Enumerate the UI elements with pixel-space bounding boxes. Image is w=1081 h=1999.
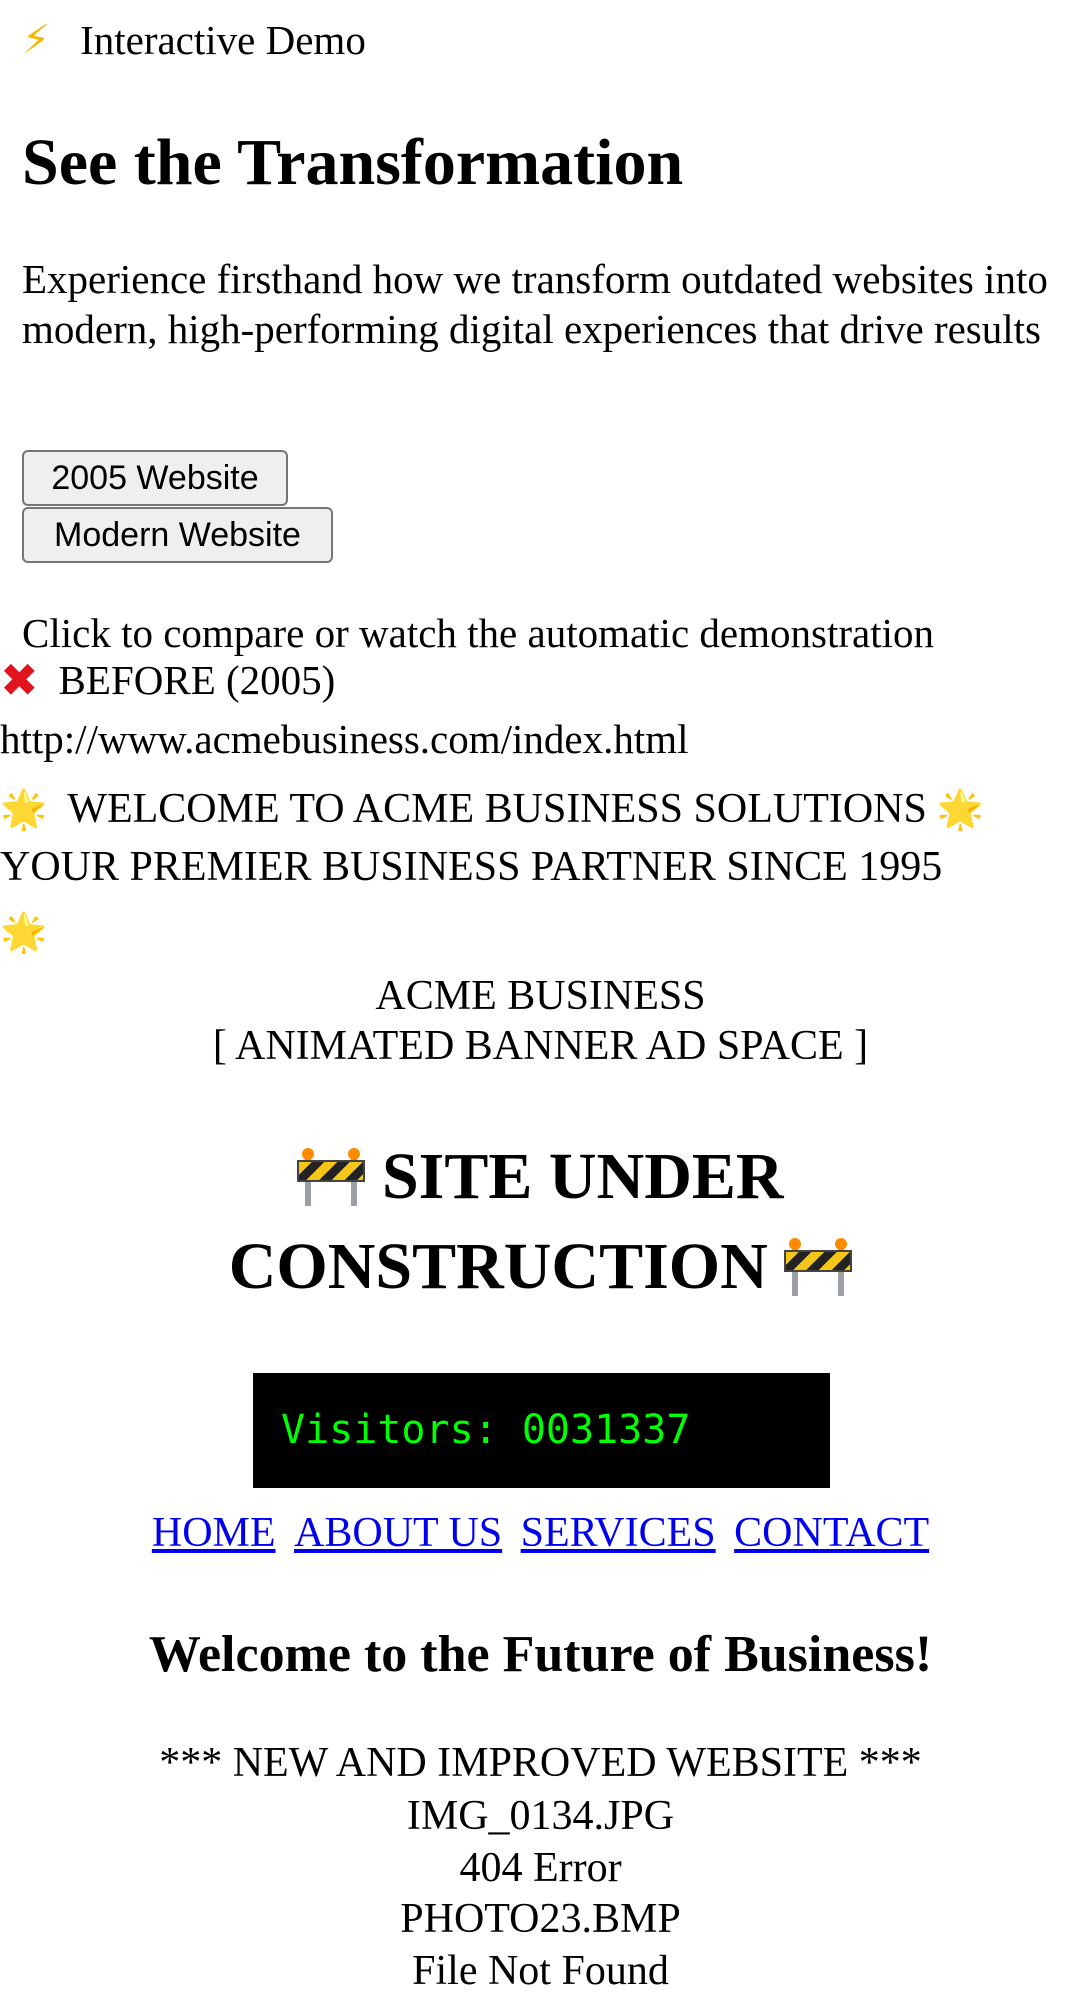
- old-tagline: YOUR PREMIER BUSINESS PARTNER SINCE 1995: [0, 844, 943, 890]
- under-construction-heading: SITE UNDER CONSTRUCTION: [0, 1132, 1081, 1312]
- construction-barrier-icon: [297, 1148, 366, 1206]
- demo-badge: ⚡ Interactive Demo: [22, 10, 366, 70]
- old-website-button[interactable]: 2005 Website: [22, 450, 288, 506]
- cross-mark-icon: ✖: [0, 653, 39, 707]
- before-label-text: BEFORE (2005): [58, 657, 336, 703]
- nav-link-home[interactable]: HOME: [152, 1510, 276, 1556]
- old-welcome-banner: 🌟 WELCOME TO ACME BUSINESS SOLUTIONS 🌟: [0, 782, 984, 836]
- broken-image-label: IMG_0134.JPG: [406, 1793, 675, 1839]
- nav-link-contact[interactable]: CONTACT: [734, 1510, 929, 1556]
- lightning-icon: ⚡: [22, 17, 51, 63]
- construction-barrier-icon: [784, 1238, 853, 1296]
- old-site-url: http://www.acmebusiness.com/index.html: [0, 716, 689, 762]
- old-welcome-text: WELCOME TO ACME BUSINESS SOLUTIONS: [67, 786, 927, 832]
- error-text: 404 Error: [459, 1845, 622, 1891]
- old-banner-ad: [ ANIMATED BANNER AD SPACE ]: [212, 1023, 869, 1069]
- old-site-nav: HOME ABOUT US SERVICES CONTACT: [0, 1505, 1081, 1561]
- visitor-counter: Visitors: 0031337: [253, 1373, 830, 1488]
- construction-line-1: SITE UNDER: [381, 1140, 784, 1213]
- construction-line-2: CONSTRUCTION: [228, 1230, 768, 1303]
- old-company-name: ACME BUSINESS: [375, 973, 706, 1019]
- badge-label: Interactive Demo: [80, 17, 366, 63]
- old-improved-text: *** NEW AND IMPROVED WEBSITE ***: [159, 1740, 922, 1786]
- glowing-star-icon: 🌟: [0, 787, 48, 831]
- broken-image-label: PHOTO23.BMP: [400, 1896, 681, 1942]
- before-label: ✖ BEFORE (2005): [0, 655, 335, 705]
- page-subtitle: Experience firsthand how we transform ou…: [22, 256, 1048, 352]
- nav-link-about[interactable]: ABOUT US: [294, 1510, 502, 1556]
- page-title: See the Transformation: [22, 126, 684, 199]
- modern-website-button[interactable]: Modern Website: [22, 507, 333, 563]
- glowing-star-icon: 🌟: [936, 787, 985, 831]
- demo-page: ⚡ Interactive Demo See the Transformatio…: [0, 0, 1081, 1999]
- compare-hint: Click to compare or watch the automatic …: [22, 610, 934, 656]
- old-site-heading: Welcome to the Future of Business!: [148, 1626, 933, 1683]
- nav-link-services[interactable]: SERVICES: [521, 1510, 716, 1556]
- glowing-star-icon: 🌟: [0, 910, 48, 954]
- not-found-text: File Not Found: [412, 1948, 669, 1994]
